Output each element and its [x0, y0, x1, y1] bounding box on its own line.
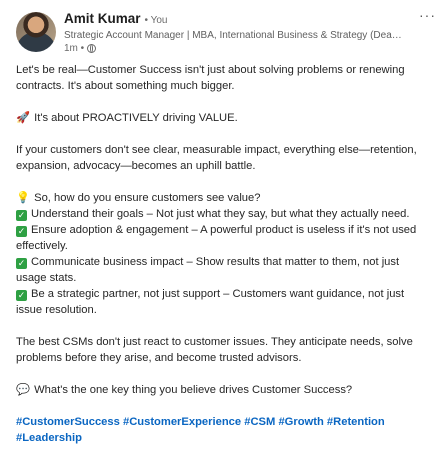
speech-bubble-icon: 💬 [16, 384, 30, 396]
hashtag-link[interactable]: #CSM [244, 416, 275, 428]
question-line: 💡 So, how do you ensure customers see va… [16, 190, 430, 206]
hashtags: #CustomerSuccess #CustomerExperience #CS… [16, 414, 430, 446]
author-name-line: Amit Kumar • You [64, 10, 430, 29]
question-text: So, how do you ensure customers see valu… [34, 192, 261, 204]
paragraph-value: 🚀 It's about PROACTIVELY driving VALUE. [16, 110, 430, 126]
paragraph-csm: The best CSMs don't just react to custom… [16, 336, 413, 364]
paragraph-intro: Let's be real—Customer Success isn't jus… [16, 64, 405, 92]
list-item: ✓ Be a strategic partner, not just suppor… [16, 286, 430, 318]
you-label: • You [144, 15, 168, 26]
closing-text: What's the one key thing you believe dri… [34, 384, 353, 396]
author-meta: Amit Kumar • You Strategic Account Manag… [64, 10, 430, 55]
check-icon: ✓ [16, 210, 27, 221]
hashtag-link[interactable]: #Retention [327, 416, 385, 428]
rocket-icon: 🚀 [16, 112, 30, 124]
lightbulb-icon: 💡 [16, 192, 30, 204]
list-item-text: Communicate business impact – Show resul… [16, 256, 400, 284]
post-card: Amit Kumar • You Strategic Account Manag… [0, 0, 446, 451]
hashtag-link[interactable]: #Leadership [16, 432, 82, 444]
list-item: ✓ Ensure adoption & engagement – A powerf… [16, 222, 430, 254]
list-item-text: Be a strategic partner, not just support… [16, 288, 405, 316]
list-item-text: Understand their goals – Not just what t… [31, 208, 410, 220]
hashtag-link[interactable]: #CustomerExperience [123, 416, 241, 428]
globe-icon [87, 44, 97, 53]
paragraph-impact: If your customers don't see clear, measu… [16, 144, 417, 172]
hashtag-link[interactable]: #Growth [278, 416, 323, 428]
post-body: Let's be real—Customer Success isn't jus… [16, 62, 430, 446]
list-item: ✓ Communicate business impact – Show resu… [16, 254, 430, 286]
value-text: It's about PROACTIVELY driving VALUE. [34, 112, 238, 124]
list-item-text: Ensure adoption & engagement – A powerfu… [16, 224, 417, 252]
list-item: ✓ Understand their goals – Not just what … [16, 206, 430, 222]
check-icon: ✓ [16, 290, 27, 301]
check-icon: ✓ [16, 258, 27, 269]
time-label: 1m • [64, 43, 85, 54]
post-header: Amit Kumar • You Strategic Account Manag… [16, 10, 430, 56]
author-name[interactable]: Amit Kumar [64, 10, 141, 27]
more-options-icon[interactable]: ··· [419, 8, 436, 22]
post-time: 1m • [64, 42, 430, 55]
closing-question: 💬 What's the one key thing you believe d… [16, 382, 430, 398]
check-icon: ✓ [16, 226, 27, 237]
hashtag-link[interactable]: #CustomerSuccess [16, 416, 120, 428]
avatar[interactable] [16, 12, 56, 52]
author-headline: Strategic Account Manager | MBA, Interna… [64, 30, 402, 41]
